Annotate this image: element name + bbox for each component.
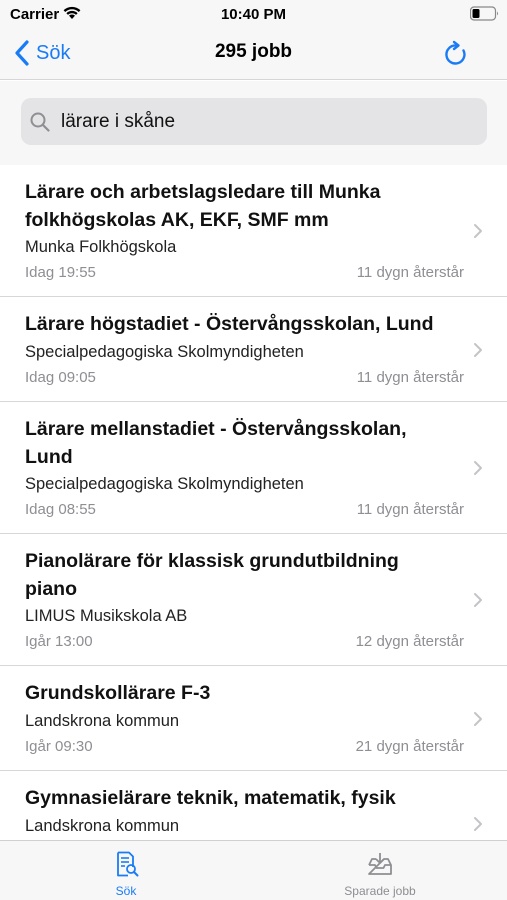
job-employer: Landskrona kommun: [25, 817, 180, 835]
job-time-remaining: 11 dygn återstår: [356, 501, 464, 518]
chevron-right-icon: [474, 224, 482, 238]
job-title: Pianolärare för klassisk grundutbildning…: [25, 550, 399, 600]
job-title: Lärare mellanstadiet - Östervångsskolan,…: [25, 418, 407, 468]
job-employer: Landskrona kommun: [25, 712, 180, 730]
list-item[interactable]: Lärare mellanstadiet - Östervångsskolan,…: [0, 402, 507, 534]
page-title: 295 jobb: [214, 41, 293, 62]
list-item[interactable]: Pianolärare för klassisk grundutbildning…: [0, 534, 507, 666]
job-date: Idag 08:55: [25, 501, 96, 518]
job-time-remaining: 21 dygn återstår: [355, 738, 464, 755]
job-date: Igår 13:00: [25, 633, 93, 650]
job-employer: Specialpedagogiska Skolmyndigheten: [25, 475, 304, 493]
chevron-right-icon: [474, 817, 482, 831]
tab-saved-jobs[interactable]: Sparade jobb: [280, 841, 480, 900]
list-item[interactable]: Gymnasielärare teknik, matematik, fysik …: [0, 771, 507, 840]
search-area: [0, 81, 507, 165]
list-item[interactable]: Lärare och arbetslagsledare till Munka f…: [0, 165, 507, 297]
job-employer: Munka Folkhögskola: [25, 238, 177, 256]
job-title: Grundskollärare F-3: [25, 682, 211, 704]
document-search-icon: [117, 851, 139, 877]
refresh-icon[interactable]: [442, 40, 470, 68]
search-icon: [30, 112, 50, 132]
navigation-bar: Sök 295 jobb: [0, 28, 507, 80]
tab-search[interactable]: Sök: [26, 841, 226, 900]
status-time: 10:40 PM: [220, 6, 287, 23]
inbox-download-icon: [368, 853, 392, 875]
chevron-right-icon: [474, 593, 482, 607]
list-item[interactable]: Grundskollärare F-3 Landskrona kommun Ig…: [0, 666, 507, 771]
job-date: Idag 19:55: [25, 264, 96, 281]
job-list[interactable]: Lärare och arbetslagsledare till Munka f…: [0, 165, 507, 840]
job-employer: LIMUS Musikskola AB: [25, 607, 188, 625]
search-field[interactable]: [21, 98, 487, 145]
chevron-right-icon: [474, 712, 482, 726]
job-time-remaining: 12 dygn återstår: [355, 633, 464, 650]
status-bar: Carrier 10:40 PM: [0, 0, 507, 28]
job-date: Igår 09:30: [25, 738, 93, 755]
job-title: Lärare och arbetslagsledare till Munka f…: [25, 181, 381, 231]
job-employer: Specialpedagogiska Skolmyndigheten: [25, 343, 304, 361]
chevron-right-icon: [474, 343, 482, 357]
search-input[interactable]: [61, 110, 461, 133]
job-time-remaining: 11 dygn återstår: [356, 369, 464, 386]
job-date: Idag 09:05: [25, 369, 96, 386]
job-title: Lärare högstadiet - Östervångsskolan, Lu…: [25, 313, 434, 335]
tab-label: Sparade jobb: [344, 884, 416, 898]
job-title: Gymnasielärare teknik, matematik, fysik: [25, 787, 396, 809]
tab-label: Sök: [115, 884, 137, 898]
tab-bar: Sök Sparade jobb: [0, 840, 507, 900]
job-time-remaining: 11 dygn återstår: [356, 264, 464, 281]
list-item[interactable]: Lärare högstadiet - Östervångsskolan, Lu…: [0, 297, 507, 402]
battery-icon: [470, 6, 498, 21]
chevron-right-icon: [474, 461, 482, 475]
